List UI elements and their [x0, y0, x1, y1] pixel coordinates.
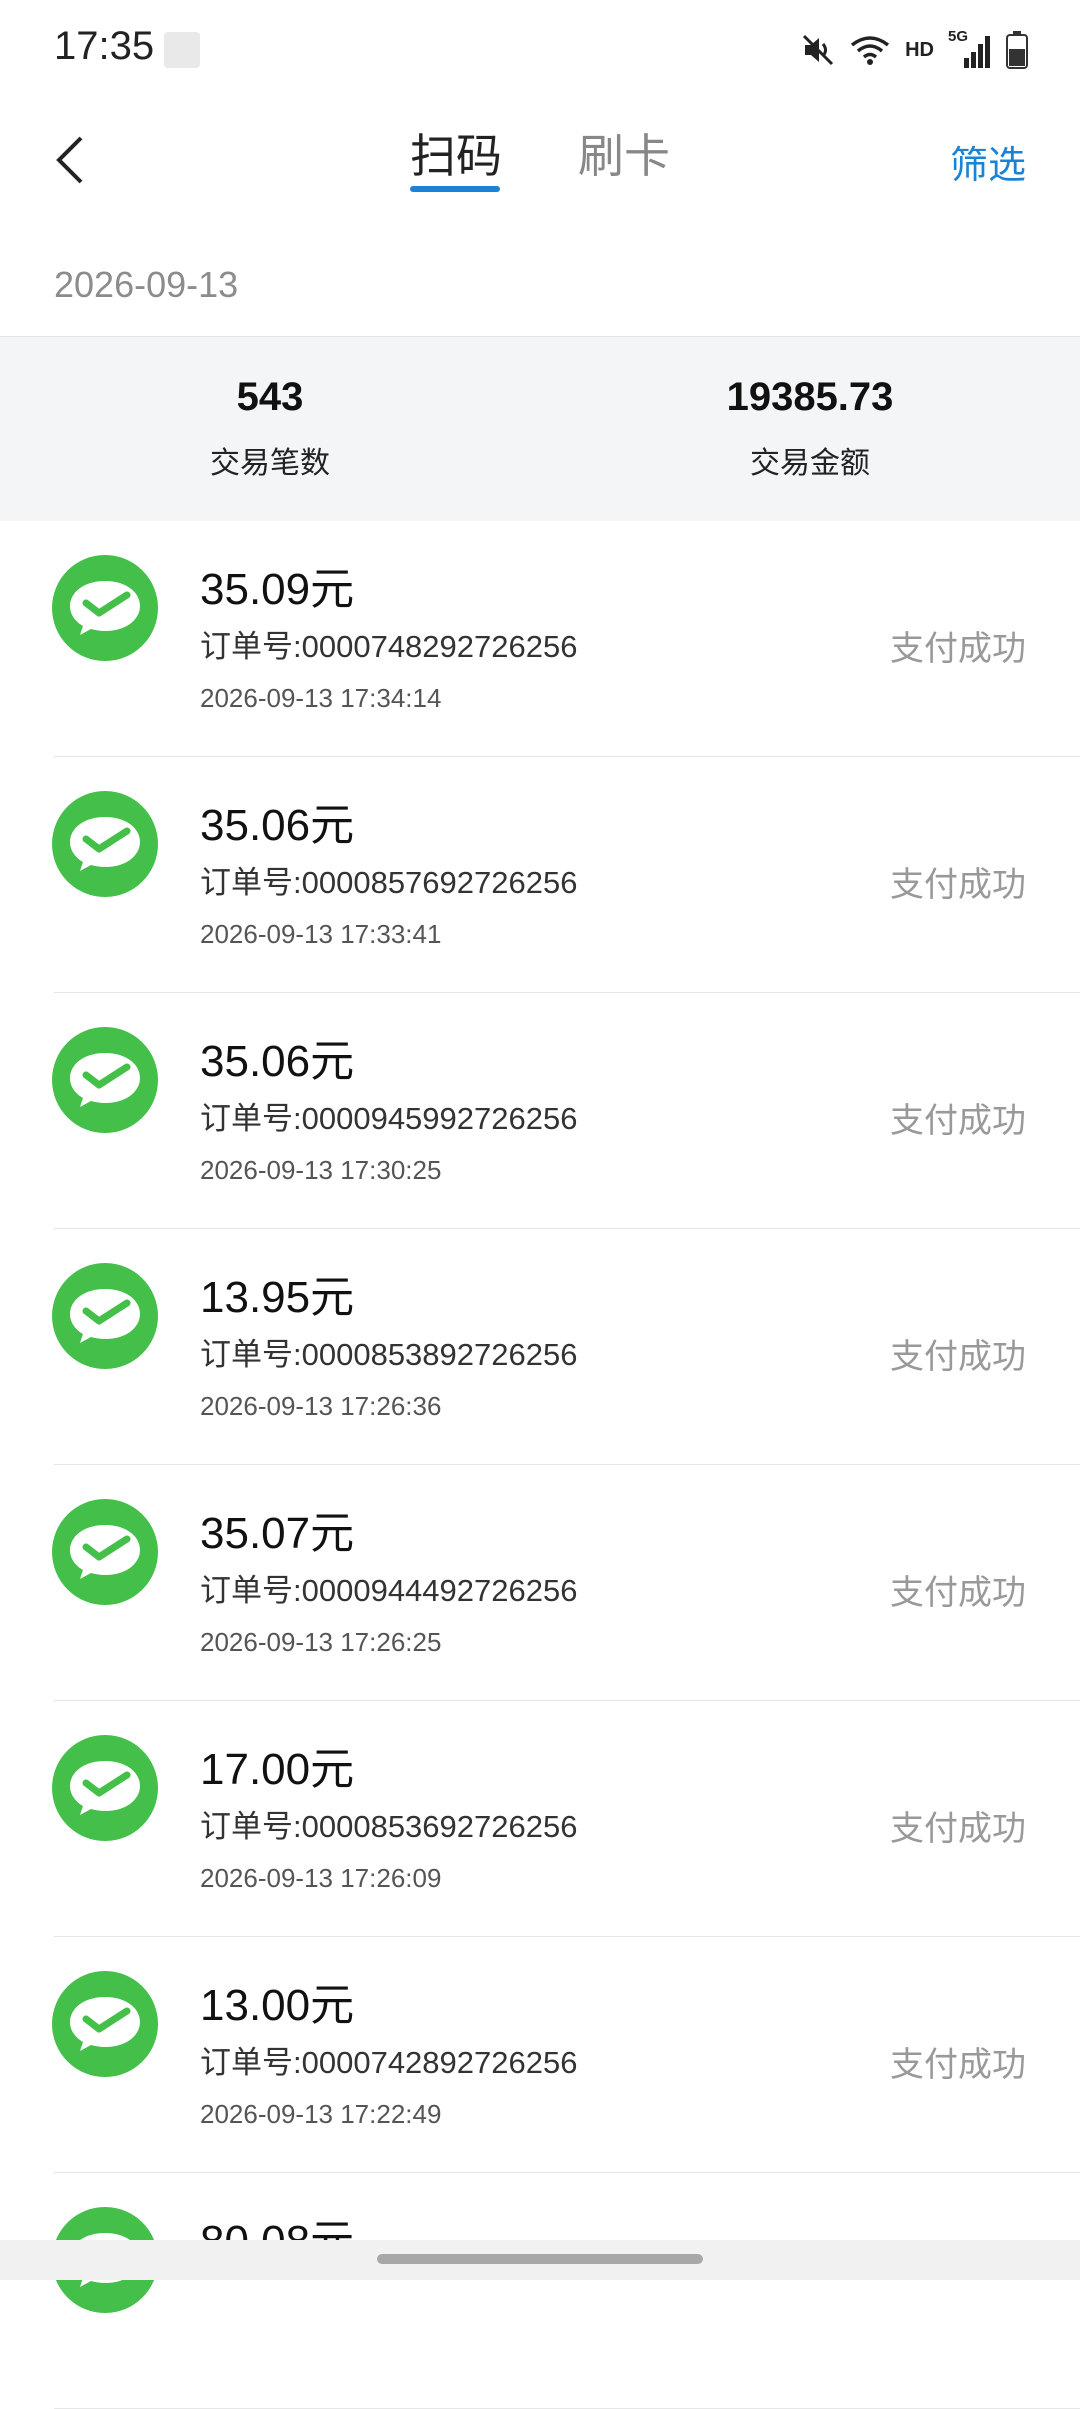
amount-label: 交易金额	[750, 447, 870, 480]
transaction-row[interactable]: 13.95元订单号:0000853892726256 2026-09-13 17:…	[0, 1229, 1080, 1465]
transaction-status: 支付成功	[890, 866, 1026, 904]
wechat-pay-icon	[52, 1499, 158, 1605]
wifi-icon	[851, 36, 890, 65]
transaction-order-number: 订单号:0000857692726256	[200, 865, 578, 900]
status-time: 17:35	[54, 24, 155, 68]
date-text: 2026-09-13	[54, 264, 239, 305]
transaction-order-number: 订单号:0000945992726256	[200, 1101, 578, 1136]
transaction-amount: 13.00元	[200, 1981, 355, 2030]
active-tab-indicator	[410, 186, 500, 192]
summary-panel: 543 交易笔数 19385.73 交易金额	[0, 337, 1080, 521]
wechat-pay-icon	[52, 791, 158, 897]
chevron-left-icon	[56, 136, 83, 184]
transaction-row[interactable]: 35.09元订单号:0000748292726256 2026-09-13 17:…	[0, 521, 1080, 757]
transaction-status: 支付成功	[890, 1102, 1026, 1140]
back-button[interactable]	[40, 128, 100, 192]
transaction-order-number: 订单号:0000748292726256	[200, 629, 578, 664]
transaction-status: 支付成功	[890, 2046, 1026, 2084]
transaction-time: 2026-09-13 17:22:49	[200, 2099, 442, 2129]
transaction-time: 2026-09-13 17:26:36	[200, 1391, 442, 1421]
transaction-amount: 13.95元	[200, 1273, 355, 1322]
transaction-amount: 35.06元	[200, 801, 355, 850]
wechat-pay-icon	[52, 1971, 158, 2077]
wechat-pay-icon	[52, 555, 158, 661]
transaction-row[interactable]: 35.06元订单号:0000945992726256 2026-09-13 17:…	[0, 993, 1080, 1229]
status-bar: 17:35 HD 5G	[0, 0, 1080, 100]
status-icons: HD 5G	[801, 28, 1028, 72]
date-row[interactable]: 2026-09-13	[0, 220, 1080, 337]
transaction-order-number: 订单号:0000853892726256	[200, 1337, 578, 1372]
transaction-row[interactable]: 13.00元订单号:0000742892726256 2026-09-13 17:…	[0, 1937, 1080, 2173]
transaction-row[interactable]: 17.00元订单号:0000853692726256 2026-09-13 17:…	[0, 1701, 1080, 1937]
summary-amount: 19385.73 交易金额	[540, 375, 1080, 482]
transaction-time: 2026-09-13 17:33:41	[200, 919, 442, 949]
transaction-amount: 17.00元	[200, 1745, 355, 1794]
transaction-time: 2026-09-13 17:26:25	[200, 1627, 442, 1657]
transaction-amount: 35.06元	[200, 1037, 355, 1086]
transaction-status: 支付成功	[890, 1338, 1026, 1376]
header: 扫码 刷卡 筛选	[0, 100, 1080, 220]
wechat-pay-icon	[52, 1263, 158, 1369]
transaction-order-number: 订单号:0000742892726256	[200, 2045, 578, 2080]
filter-button[interactable]: 筛选	[950, 134, 1026, 189]
home-indicator[interactable]	[377, 2254, 703, 2264]
transaction-time: 2026-09-13 17:26:09	[200, 1863, 442, 1893]
transaction-time: 2026-09-13 17:30:25	[200, 1155, 442, 1185]
transaction-order-number: 订单号:0000944492726256	[200, 1573, 578, 1608]
navigation-bar	[0, 2240, 1080, 2280]
transaction-status: 支付成功	[890, 1810, 1026, 1848]
transaction-order-number: 订单号:0000853692726256	[200, 1809, 578, 1844]
count-value: 543	[236, 375, 304, 419]
transaction-amount: 35.07元	[200, 1509, 355, 1558]
amount-value: 19385.73	[726, 375, 894, 419]
transaction-status: 支付成功	[890, 1574, 1026, 1612]
battery-icon	[1006, 31, 1028, 69]
notification-icon	[164, 32, 200, 68]
transaction-list: 35.09元订单号:0000748292726256 2026-09-13 17:…	[0, 521, 1080, 2409]
transaction-row[interactable]: 80.08元	[0, 2173, 1080, 2409]
wechat-pay-icon	[52, 1027, 158, 1133]
tab-card[interactable]: 刷卡	[578, 120, 670, 186]
transaction-status: 支付成功	[890, 630, 1026, 668]
transaction-amount: 35.09元	[200, 565, 355, 614]
mute-icon	[803, 34, 834, 66]
cellular-signal-icon: 5G	[948, 28, 992, 70]
hd-label: HD	[905, 38, 934, 61]
transaction-row[interactable]: 35.07元订单号:0000944492726256 2026-09-13 17:…	[0, 1465, 1080, 1701]
transaction-time: 2026-09-13 17:34:14	[200, 683, 442, 713]
transaction-row[interactable]: 35.06元订单号:0000857692726256 2026-09-13 17:…	[0, 757, 1080, 993]
summary-count: 543 交易笔数	[0, 375, 540, 482]
count-label: 交易笔数	[210, 447, 330, 480]
wechat-pay-icon	[52, 1735, 158, 1841]
tab-scan[interactable]: 扫码	[410, 120, 502, 186]
